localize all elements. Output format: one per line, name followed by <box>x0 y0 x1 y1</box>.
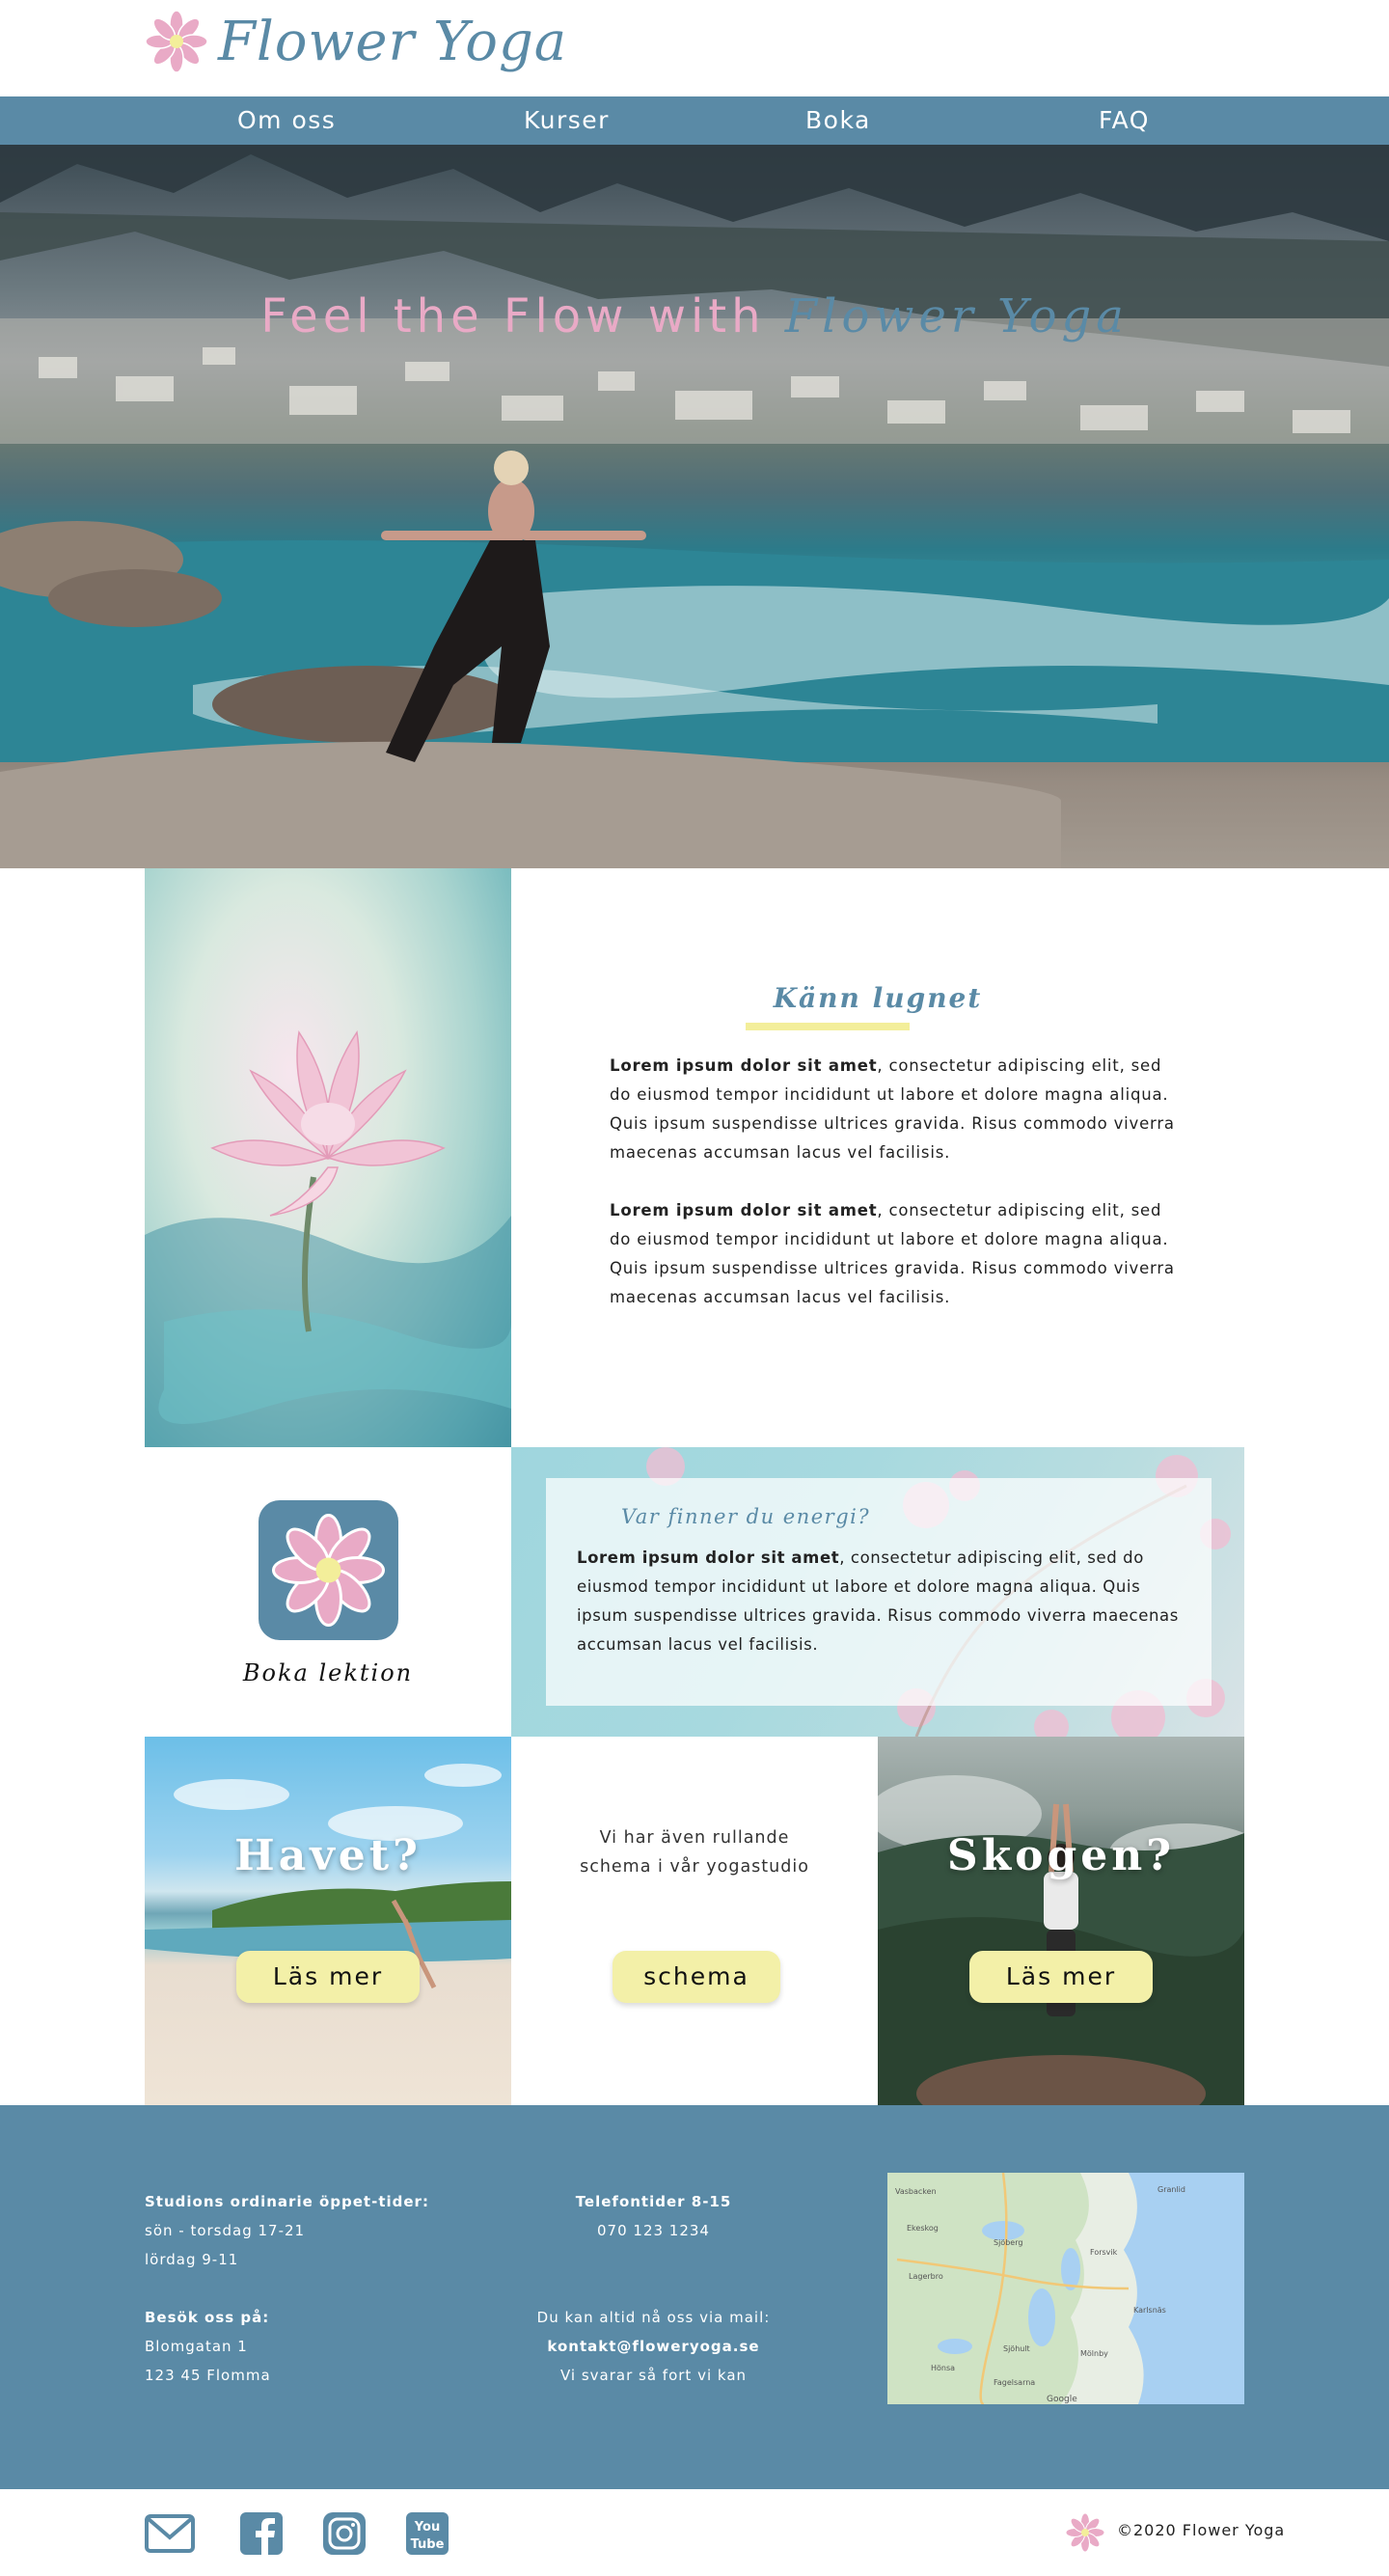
phone-number[interactable]: 070 123 1234 <box>511 2216 796 2245</box>
mail-info: Du kan altid nå oss via mail: kontakt@fl… <box>511 2303 796 2390</box>
nav-item-faq[interactable]: FAQ <box>1099 106 1150 134</box>
forest-photo <box>878 1775 1244 2105</box>
map-label-ekeskog: Ekeskog <box>907 2224 939 2233</box>
beach-title: Havet? <box>234 1831 422 1880</box>
brand-logo[interactable]: Flower Yoga <box>145 10 567 73</box>
heading-underline <box>746 1023 910 1030</box>
hero-photo <box>0 145 1389 868</box>
mail-address[interactable]: kontakt@floweryoga.se <box>547 2338 759 2355</box>
booking-card[interactable]: Boka lektion <box>145 1447 511 1737</box>
visit-line2: 123 45 Flomma <box>145 2367 271 2384</box>
lotus-flower-icon <box>145 10 208 73</box>
lotus-flower-icon <box>1065 2512 1105 2553</box>
map-label-lagerbro: Lagerbro <box>909 2272 943 2281</box>
youtube-label-bottom: Tube <box>411 2537 445 2552</box>
map-image: Vasbacken Granlid Ekeskog Sjöberg Forsvi… <box>887 2173 1185 2404</box>
map-label-honsa: Hönsa <box>931 2364 955 2372</box>
visit-title: Besök oss på: <box>145 2309 270 2326</box>
map-label-sjoberg: Sjöberg <box>994 2238 1022 2247</box>
mail-intro: Du kan altid nå oss via mail: <box>536 2309 771 2326</box>
energy-title: Var finner du energi? <box>621 1505 871 1528</box>
energy-card: Var finner du energi? Lorem ipsum dolor … <box>546 1478 1212 1706</box>
site-header: Flower Yoga <box>0 0 1389 96</box>
energy-section: Var finner du energi? Lorem ipsum dolor … <box>511 1447 1244 1737</box>
beach-photo <box>145 1764 511 1989</box>
intro-paragraph-1: Lorem ipsum dolor sit amet, consectetur … <box>610 1052 1188 1167</box>
youtube-icon[interactable]: You Tube <box>405 2510 449 2557</box>
map-attribution: Google <box>1047 2395 1077 2404</box>
map-label-karlsnas: Karlsnäs <box>1133 2306 1166 2315</box>
main-nav: Om oss Kurser Boka FAQ <box>0 96 1389 145</box>
map-label-sjohult: Sjöhult <box>1003 2344 1030 2353</box>
hours-line1: sön - torsdag 17-21 <box>145 2222 306 2239</box>
schedule-button[interactable]: schema <box>613 1951 780 2003</box>
nav-item-kurser[interactable]: Kurser <box>524 106 610 134</box>
hours-title: Studions ordinarie öppet-tider: <box>145 2193 429 2210</box>
forest-read-more-button[interactable]: Läs mer <box>969 1951 1153 2003</box>
hero-title-part1: Feel the Flow with <box>260 289 766 343</box>
map-label-forsvik: Forsvik <box>1090 2248 1118 2257</box>
intro-p1-bold: Lorem ipsum dolor sit amet <box>610 1056 878 1075</box>
water-lily-image <box>145 1030 511 1447</box>
lotus-photo <box>145 868 511 1447</box>
visit-address: Besök oss på: Blomgatan 1 123 45 Flomma <box>145 2303 271 2390</box>
brand-name: Flower Yoga <box>218 10 568 73</box>
booking-label[interactable]: Boka lektion <box>145 1659 511 1686</box>
mail-icon[interactable] <box>145 2510 195 2557</box>
copyright: ©2020 Flower Yoga <box>1117 2521 1286 2539</box>
site-footer: Studions ordinarie öppet-tider: sön - to… <box>0 2105 1389 2489</box>
hero-banner: Feel the Flow with Flower Yoga <box>0 145 1389 868</box>
map-label-vasbacken: Vasbacken <box>895 2187 937 2196</box>
opening-hours: Studions ordinarie öppet-tider: sön - to… <box>145 2187 429 2274</box>
energy-text-bold: Lorem ipsum dolor sit amet <box>577 1548 840 1567</box>
beach-read-more-button[interactable]: Läs mer <box>236 1951 420 2003</box>
forest-tile: Skogen? Läs mer <box>878 1737 1244 2105</box>
nav-item-boka[interactable]: Boka <box>805 106 871 134</box>
schedule-text-line1: Vi har även rullande <box>599 1828 790 1848</box>
map-label-granlid: Granlid <box>1158 2185 1185 2194</box>
schedule-text: Vi har även rullande schema i vår yogast… <box>511 1823 878 1881</box>
visit-line1: Blomgatan 1 <box>145 2338 248 2355</box>
hours-line2: lördag 9-11 <box>145 2251 239 2268</box>
lotus-app-icon[interactable] <box>259 1500 398 1640</box>
intro-section: Känn lugnet Lorem ipsum dolor sit amet, … <box>511 868 1244 1447</box>
mail-note: Vi svarar så fort vi kan <box>559 2367 748 2384</box>
instagram-icon[interactable] <box>322 2510 367 2557</box>
beach-tile: Havet? Läs mer <box>145 1737 511 2105</box>
facebook-icon[interactable] <box>239 2510 284 2557</box>
intro-paragraph-2: Lorem ipsum dolor sit amet, consectetur … <box>610 1196 1188 1312</box>
nav-item-om-oss[interactable]: Om oss <box>237 106 336 134</box>
forest-title: Skogen? <box>946 1831 1176 1880</box>
youtube-label-top: You <box>414 2520 440 2535</box>
schedule-text-line2: schema i vår yogastudio <box>580 1857 809 1877</box>
phone-info: Telefontider 8-15 070 123 1234 <box>511 2187 796 2245</box>
hero-title-part2: Flower Yoga <box>784 289 1129 343</box>
intro-p2-bold: Lorem ipsum dolor sit amet <box>610 1201 878 1219</box>
map-label-molnby: Mölnby <box>1080 2349 1108 2358</box>
hero-title: Feel the Flow with Flower Yoga <box>0 289 1389 343</box>
phone-title: Telefontider 8-15 <box>575 2193 732 2210</box>
energy-text: Lorem ipsum dolor sit amet, consectetur … <box>577 1544 1194 1659</box>
location-map[interactable]: Vasbacken Granlid Ekeskog Sjöberg Forsvi… <box>887 2173 1244 2404</box>
map-label-fagelsarna: Fagelsarna <box>994 2378 1035 2387</box>
bottom-bar: You Tube ©2020 Flower Yoga <box>0 2489 1389 2576</box>
intro-heading: Känn lugnet <box>773 982 983 1014</box>
schedule-tile: Vi har även rullande schema i vår yogast… <box>511 1737 878 2105</box>
